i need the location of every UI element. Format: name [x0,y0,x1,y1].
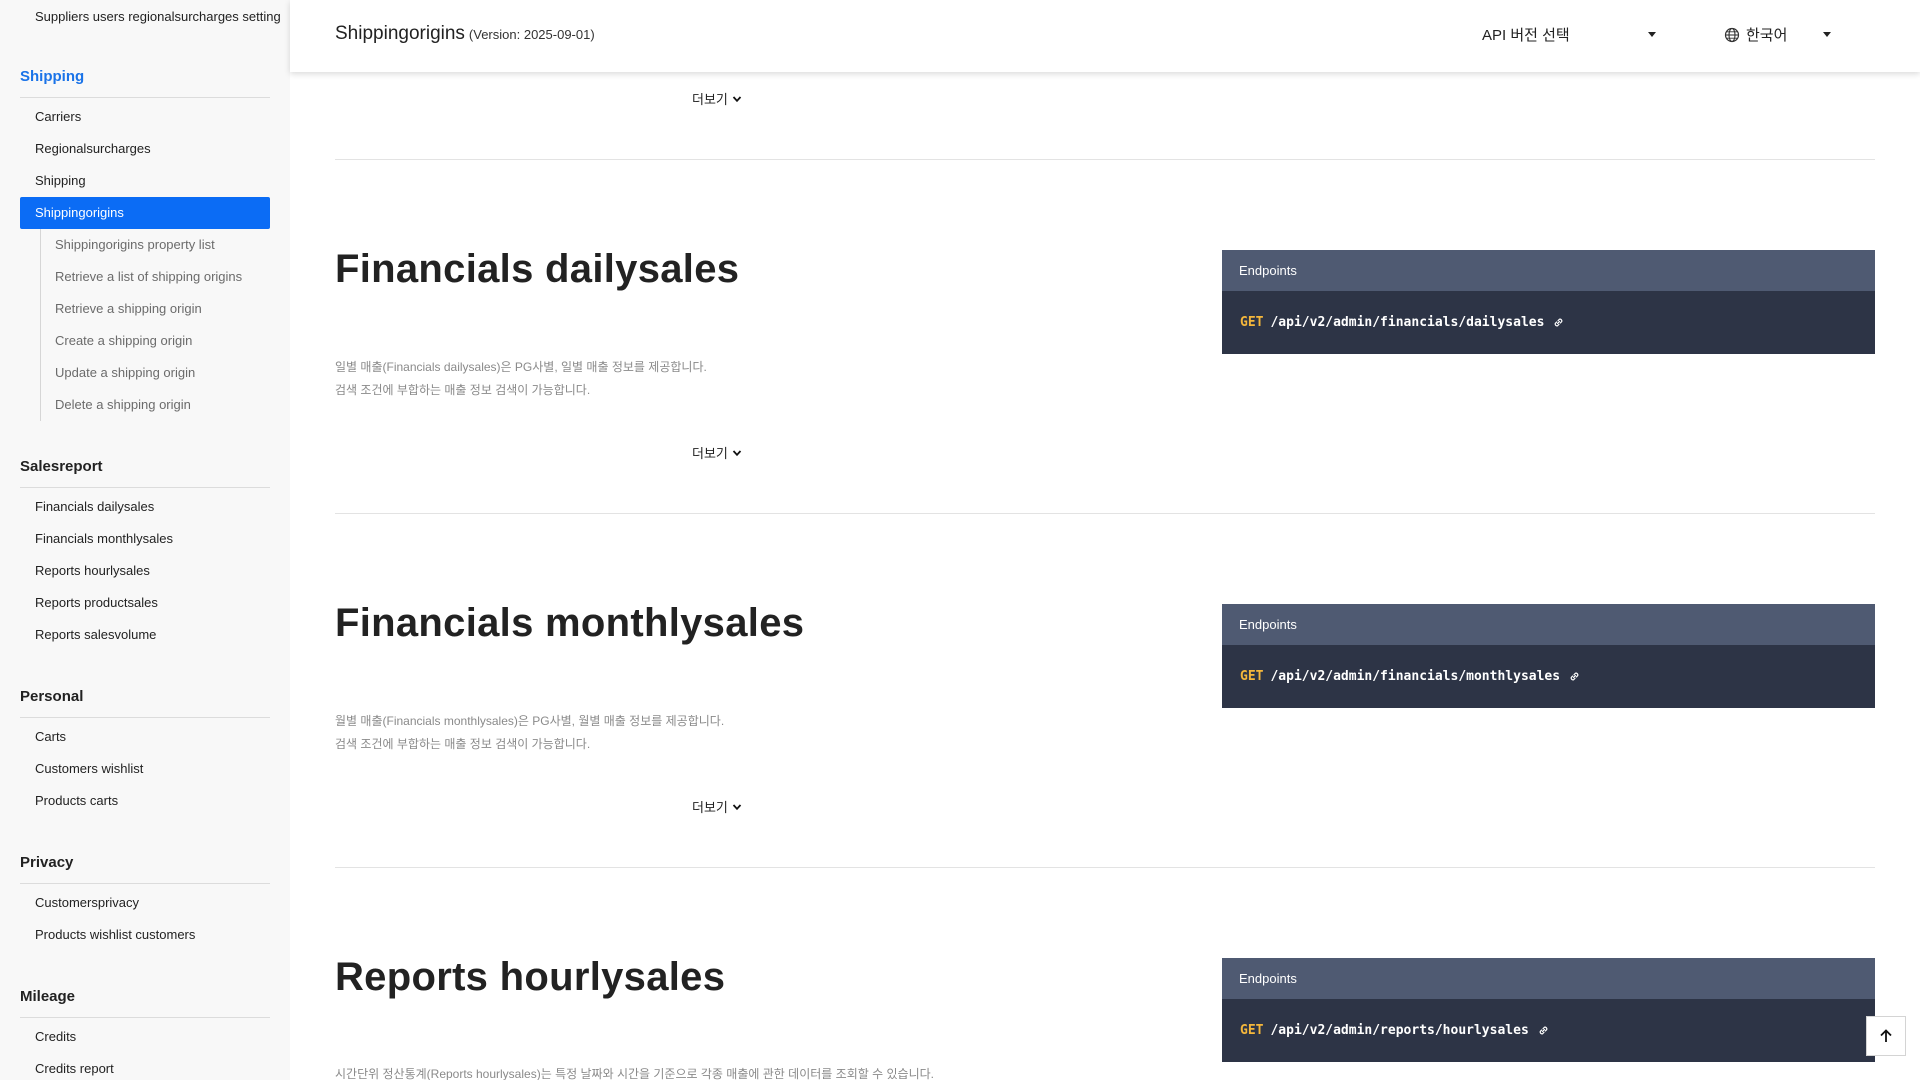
more-button[interactable]: 더보기 [692,797,742,816]
sidebar-item-carts[interactable]: Carts [20,721,270,753]
sidebar-section-title-mileage[interactable]: Mileage [20,988,270,1018]
endpoint-card-reports-hourlysales: Endpoints GET /api/v2/admin/reports/hour… [1222,958,1875,1062]
more-button-label: 더보기 [692,92,728,107]
more-button[interactable]: 더보기 [692,443,742,462]
sidebar-subitem-create[interactable]: Create a shipping origin [41,325,270,357]
chevron-down-icon [732,803,742,810]
sidebar-item-products-wishlist-customers[interactable]: Products wishlist customers [20,919,270,951]
version-label: (Version: 2025-09-01) [468,27,595,42]
sidebar-subitem-property-list[interactable]: Shippingorigins property list [41,229,270,261]
endpoint-path: /api/v2/admin/financials/dailysales [1270,315,1545,330]
more-button-label: 더보기 [692,800,728,815]
arrow-up-icon [1880,1029,1892,1042]
endpoint-card-financials-dailysales: Endpoints GET /api/v2/admin/financials/d… [1222,250,1875,354]
top-header: Shippingorigins (Version: 2025-09-01) API… [290,0,1920,72]
sidebar-section-shipping: Shipping Carriers Regionalsurcharges Shi… [20,68,270,421]
sidebar-item-reports-productsales[interactable]: Reports productsales [20,587,270,619]
link-icon[interactable] [1568,670,1581,683]
endpoint-row[interactable]: GET /api/v2/admin/financials/monthlysale… [1222,645,1875,708]
section-description-financials-dailysales: 일별 매출(Financials dailysales)은 PG사별, 일별 매… [335,356,707,402]
description-line: 검색 조건에 부합하는 매출 정보 검색이 가능합니다. [335,383,591,397]
sidebar-subitem-update[interactable]: Update a shipping origin [41,357,270,389]
sidebar-section-title-privacy[interactable]: Privacy [20,854,270,884]
sidebar-item-reports-salesvolume[interactable]: Reports salesvolume [20,619,270,651]
sidebar-subitem-retrieve-one[interactable]: Retrieve a shipping origin [41,293,270,325]
sidebar-item-shippingorigins[interactable]: Shippingorigins [20,197,270,229]
link-icon[interactable] [1552,316,1565,329]
globe-icon [1724,27,1740,42]
chevron-down-icon [732,449,742,456]
scroll-to-top-button[interactable] [1866,1016,1906,1056]
sidebar-section-privacy: Privacy Customersprivacy Products wishli… [20,854,270,951]
page-title: Shippingorigins (Version: 2025-09-01) [335,23,595,45]
endpoint-card-header: Endpoints [1222,604,1875,645]
sidebar-item-products-carts[interactable]: Products carts [20,785,270,817]
endpoint-card-financials-monthlysales: Endpoints GET /api/v2/admin/financials/m… [1222,604,1875,708]
description-line: 월별 매출(Financials monthlysales)은 PG사별, 월별… [335,714,725,728]
language-select-label: 한국어 [1746,27,1788,44]
sidebar-section-personal: Personal Carts Customers wishlist Produc… [20,688,270,817]
page-title-text: Shippingorigins [335,23,465,44]
sidebar: Suppliers users regionalsurcharges setti… [0,0,290,1080]
section-description-reports-hourlysales: 시간단위 정산통계(Reports hourlysales)는 특정 날짜와 시… [335,1063,934,1080]
sidebar-item-financials-dailysales[interactable]: Financials dailysales [20,491,270,523]
sidebar-item-credits-report[interactable]: Credits report [20,1053,270,1080]
sidebar-section-salesreport: Salesreport Financials dailysales Financ… [20,458,270,651]
sidebar-section-title-personal[interactable]: Personal [20,688,270,718]
api-version-select-label: API 버전 선택 [1482,27,1570,44]
more-button[interactable]: 더보기 [692,89,742,108]
sidebar-section-mileage: Mileage Credits Credits report [20,988,270,1080]
sidebar-subitem-delete[interactable]: Delete a shipping origin [41,389,270,421]
description-line: 시간단위 정산통계(Reports hourlysales)는 특정 날짜와 시… [335,1067,934,1080]
http-method: GET [1240,315,1264,330]
http-method: GET [1240,1023,1264,1038]
api-version-select[interactable]: API 버전 선택 [1482,24,1656,45]
section-divider [335,513,1875,514]
section-description-financials-monthlysales: 월별 매출(Financials monthlysales)은 PG사별, 월별… [335,710,724,756]
section-title-reports-hourlysales: Reports hourlysales [335,955,726,999]
chevron-down-icon [1647,32,1656,37]
chevron-down-icon [1823,32,1832,37]
description-line: 일별 매출(Financials dailysales)은 PG사별, 일별 매… [335,360,707,374]
sidebar-item-customers-wishlist[interactable]: Customers wishlist [20,753,270,785]
sidebar-item-reports-hourlysales[interactable]: Reports hourlysales [20,555,270,587]
endpoint-path: /api/v2/admin/reports/hourlysales [1270,1023,1529,1038]
sidebar-subitem-retrieve-list[interactable]: Retrieve a list of shipping origins [41,261,270,293]
description-line: 검색 조건에 부합하는 매출 정보 검색이 가능합니다. [335,737,591,751]
section-divider [335,867,1875,868]
endpoint-row[interactable]: GET /api/v2/admin/reports/hourlysales [1222,999,1875,1062]
sidebar-section-title-salesreport[interactable]: Salesreport [20,458,270,488]
sidebar-item-shipping[interactable]: Shipping [20,165,270,197]
section-title-financials-dailysales: Financials dailysales [335,247,740,291]
endpoint-card-header: Endpoints [1222,958,1875,999]
endpoint-card-header: Endpoints [1222,250,1875,291]
http-method: GET [1240,669,1264,684]
sidebar-item-regionalsurcharges[interactable]: Regionalsurcharges [20,133,270,165]
sidebar-sublist-shippingorigins: Shippingorigins property list Retrieve a… [40,229,270,421]
endpoint-row[interactable]: GET /api/v2/admin/financials/dailysales [1222,291,1875,354]
sidebar-section-title-shipping[interactable]: Shipping [20,68,270,98]
sidebar-item-suppliers-users-regionalsurcharges-setting[interactable]: Suppliers users regionalsurcharges setti… [35,9,281,24]
sidebar-item-credits[interactable]: Credits [20,1021,270,1053]
main-content: 더보기 Financials dailysales 일별 매출(Financia… [335,0,1875,1080]
chevron-down-icon [732,95,742,102]
section-divider [335,159,1875,160]
section-title-financials-monthlysales: Financials monthlysales [335,601,805,645]
language-select[interactable]: 한국어 [1724,24,1832,45]
sidebar-item-financials-monthlysales[interactable]: Financials monthlysales [20,523,270,555]
endpoint-path: /api/v2/admin/financials/monthlysales [1270,669,1561,684]
more-button-label: 더보기 [692,446,728,461]
link-icon[interactable] [1537,1024,1550,1037]
sidebar-item-carriers[interactable]: Carriers [20,101,270,133]
sidebar-item-customersprivacy[interactable]: Customersprivacy [20,887,270,919]
